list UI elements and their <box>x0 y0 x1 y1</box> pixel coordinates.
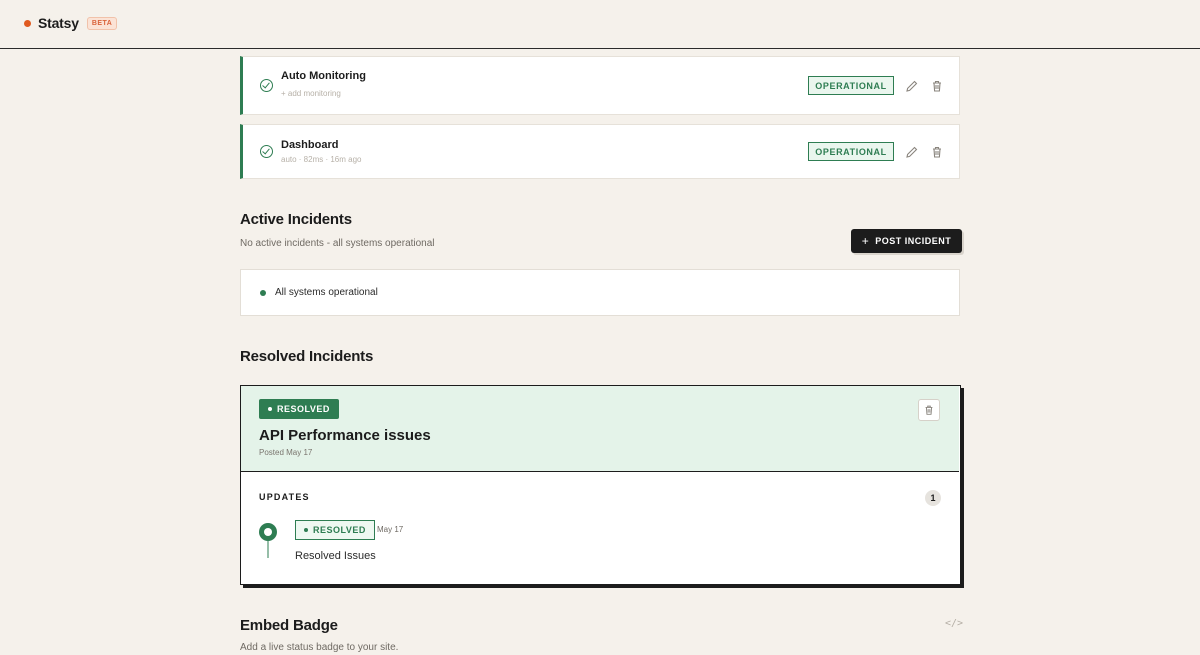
update-date: May 17 <box>377 525 404 534</box>
brand[interactable]: Statsy BETA <box>24 15 118 31</box>
app-name: Statsy <box>38 15 79 31</box>
monitor-name: Auto Monitoring <box>281 70 366 82</box>
check-circle-icon <box>260 79 273 92</box>
pencil-icon[interactable] <box>905 145 919 159</box>
trash-icon <box>925 405 933 415</box>
timeline-dot-icon <box>259 523 277 541</box>
updates-label: UPDATES <box>259 492 310 502</box>
check-circle-icon <box>260 145 273 158</box>
beta-badge: BETA <box>86 16 118 30</box>
all-systems-text: All systems operational <box>275 287 378 298</box>
updates-count-badge: 1 <box>925 490 941 506</box>
trash-icon[interactable] <box>930 145 944 159</box>
badge-dot-icon <box>304 528 308 532</box>
brand-dot-icon <box>24 19 31 27</box>
incident-posted-date: Posted May 17 <box>259 448 313 457</box>
all-systems-panel: All systems operational <box>240 269 960 316</box>
status-badge: OPERATIONAL <box>808 142 894 161</box>
resolved-incidents-heading: Resolved Incidents <box>240 348 374 365</box>
status-dot-icon <box>260 290 266 296</box>
resolved-badge-label: RESOLVED <box>277 404 330 414</box>
update-status-badge: RESOLVED <box>295 520 375 540</box>
code-icon[interactable]: </> <box>945 618 963 629</box>
incident-title: API Performance issues <box>259 427 431 444</box>
monitor-card: Auto Monitoring + add monitoring OPERATI… <box>240 56 960 115</box>
incident-header: RESOLVED API Performance issues Posted M… <box>241 386 959 472</box>
embed-badge-heading: Embed Badge <box>240 617 338 634</box>
embed-badge-subtitle: Add a live status badge to your site. <box>240 642 399 653</box>
resolved-badge: RESOLVED <box>259 399 339 419</box>
monitor-name: Dashboard <box>281 139 339 151</box>
plus-icon: + <box>861 234 870 248</box>
monitor-meta[interactable]: + add monitoring <box>281 89 341 98</box>
incident-card: RESOLVED API Performance issues Posted M… <box>240 385 961 585</box>
top-bar: Statsy BETA <box>0 0 1200 49</box>
delete-incident-button[interactable] <box>918 399 940 421</box>
trash-icon[interactable] <box>930 79 944 93</box>
pencil-icon[interactable] <box>905 79 919 93</box>
active-incidents-subtitle: No active incidents - all systems operat… <box>240 238 435 249</box>
badge-dot-icon <box>268 407 272 411</box>
update-status-label: RESOLVED <box>313 525 366 535</box>
update-text: Resolved Issues <box>295 550 376 562</box>
post-incident-button[interactable]: + POST INCIDENT <box>851 229 962 253</box>
status-badge: OPERATIONAL <box>808 76 894 95</box>
timeline-line <box>267 541 269 558</box>
monitor-card: Dashboard auto · 82ms · 16m ago OPERATIO… <box>240 124 960 179</box>
post-incident-label: POST INCIDENT <box>875 236 952 246</box>
active-incidents-heading: Active Incidents <box>240 211 352 228</box>
monitor-meta: auto · 82ms · 16m ago <box>281 155 362 164</box>
